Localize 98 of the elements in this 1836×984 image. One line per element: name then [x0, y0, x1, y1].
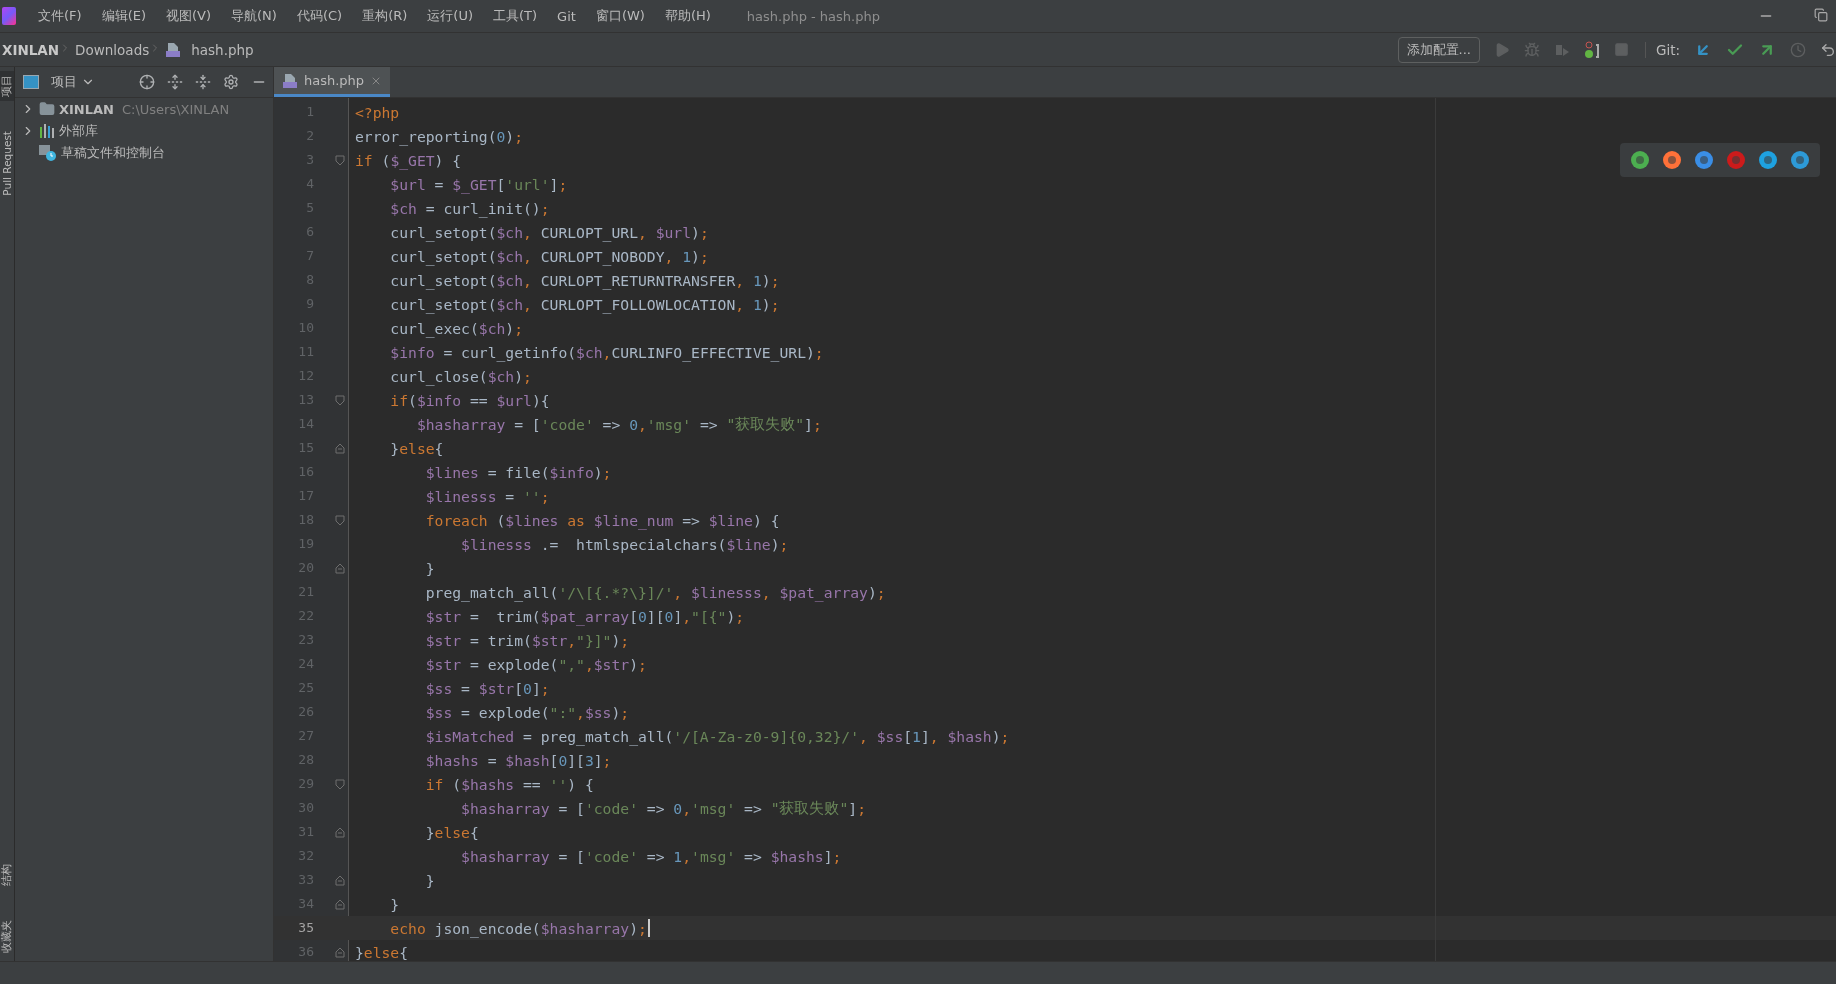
line-number: 35	[297, 919, 315, 937]
fold-marker-icon[interactable]	[334, 394, 345, 406]
browser-icon[interactable]	[1758, 150, 1778, 170]
git-label: Git:	[1644, 41, 1680, 58]
project-view-icon	[23, 75, 39, 89]
code-line: curl_setopt($ch, CURLOPT_RETURNTRANSFER, 1);	[389, 271, 780, 289]
code-line: <?php	[355, 103, 400, 121]
code-line: $info = curl_getinfo($ch,CURLINFO_EFFECTIVE_URL);	[389, 343, 824, 361]
expand-all-icon[interactable]	[167, 74, 183, 90]
code-line: preg_match_all('/\[{.*?\}]/', $linesss, $pat_array);	[424, 583, 886, 601]
menu-item[interactable]: 运行(U)	[419, 3, 481, 29]
tree-item[interactable]: XINLAN	[59, 101, 114, 117]
stop-icon[interactable]	[1613, 42, 1629, 57]
code-line: $hasharray = ['code' => 0,'msg' => "获取失败"];	[460, 798, 866, 818]
code-line: $isMatched = preg_match_all('/[A-Za-z0-9]{0,32}/', $ss[1], $hash);	[424, 727, 1010, 745]
code-line: if ($hashs == '') {	[424, 775, 594, 793]
code-line: $hasharray = ['code' => 1,'msg' => $hashs];	[460, 847, 842, 865]
browser-icon[interactable]	[1662, 150, 1682, 170]
fold-marker-icon[interactable]	[334, 442, 345, 454]
settings-icon[interactable]	[223, 74, 239, 90]
window-title: hash.php - hash.php	[746, 8, 880, 24]
menu-item[interactable]: 窗口(W)	[587, 3, 653, 29]
code-line: $url = $_GET['url'];	[389, 175, 568, 193]
code-line: echo json_encode($hasharray);	[389, 919, 647, 937]
php-file-icon	[282, 72, 298, 89]
code-line: $linesss .= htmlspecialchars($line);	[460, 535, 789, 553]
menu-item[interactable]: 编辑(E)	[93, 3, 154, 29]
code-line: $str = trim($pat_array[0][0],"[{");	[424, 607, 745, 625]
code-line: curl_close($ch);	[389, 367, 532, 385]
breadcrumb[interactable]: XINLAN	[2, 41, 60, 58]
code-line: $str = explode(",",$str);	[424, 655, 647, 673]
code-line: $ch = curl_init();	[389, 199, 550, 217]
menu-item[interactable]: 重构(R)	[354, 3, 416, 29]
menu-item[interactable]: Git	[549, 4, 584, 28]
code-line: foreach ($lines as $line_num => $line) {	[424, 511, 780, 529]
code-line: $ss = explode(":",$ss);	[424, 703, 630, 721]
text-caret	[647, 919, 650, 937]
breadcrumb[interactable]: hash.php	[191, 41, 254, 58]
php-file-icon	[165, 41, 182, 58]
code-line: $hasharray = ['code' => 0,'msg' => "获取失败"];	[415, 414, 822, 434]
tree-item[interactable]: 草稿文件和控制台	[61, 144, 165, 162]
fold-marker-icon[interactable]	[334, 154, 345, 166]
folder-icon	[39, 101, 55, 117]
code-line: }else{	[389, 439, 444, 457]
app-logo-icon	[2, 7, 16, 25]
menu-item[interactable]: 工具(T)	[485, 3, 546, 29]
tree-item[interactable]: 外部库	[59, 122, 98, 140]
browser-icon[interactable]	[1726, 150, 1746, 170]
code-line: }	[424, 871, 435, 889]
code-line: $ss = $str[0];	[424, 679, 550, 697]
fold-marker-icon[interactable]	[334, 778, 345, 790]
attach-debugger-icon[interactable]	[1583, 40, 1600, 59]
collapse-all-icon[interactable]	[195, 74, 211, 90]
debug-icon[interactable]	[1523, 41, 1540, 58]
code-line: if($info == $url){	[389, 391, 550, 409]
code-line: }else{	[424, 823, 479, 841]
fold-marker-icon[interactable]	[334, 898, 345, 910]
menu-item[interactable]: 视图(V)	[158, 3, 220, 29]
code-line: curl_exec($ch);	[389, 319, 523, 337]
menu-item[interactable]: 导航(N)	[223, 3, 285, 29]
code-line: }	[424, 559, 435, 577]
history-icon[interactable]	[1790, 41, 1806, 58]
restore-icon[interactable]	[1814, 8, 1828, 22]
menu-item[interactable]: 代码(C)	[288, 3, 351, 29]
menu-item[interactable]: 帮助(H)	[656, 3, 719, 29]
fold-marker-icon[interactable]	[334, 874, 345, 886]
code-line: curl_setopt($ch, CURLOPT_NOBODY, 1);	[389, 247, 709, 265]
tool-window-tab[interactable]: 收藏夹	[0, 916, 14, 957]
browser-icon[interactable]	[1790, 150, 1810, 170]
fold-marker-icon[interactable]	[334, 826, 345, 838]
code-line: if ($_GET) {	[355, 151, 462, 169]
locate-icon[interactable]	[139, 74, 155, 90]
code-line: curl_setopt($ch, CURLOPT_FOLLOWLOCATION, 1);	[389, 295, 780, 313]
code-line: }else{	[355, 943, 409, 961]
code-line: $lines = file($info);	[424, 463, 612, 481]
tool-window-tab[interactable]: 项目	[0, 71, 14, 101]
browser-icon[interactable]	[1694, 150, 1714, 170]
code-line: $str = trim($str,"}]");	[424, 631, 630, 649]
fold-marker-icon[interactable]	[334, 562, 345, 574]
library-icon	[39, 124, 55, 138]
fold-marker-icon[interactable]	[334, 946, 345, 958]
folder-path: C:\Users\XINLAN	[121, 101, 230, 117]
tool-window-tab[interactable]: Pull Request	[0, 127, 14, 200]
editor-tab[interactable]: hash.php	[274, 67, 391, 97]
project-view-dropdown[interactable]: 项目	[51, 73, 95, 91]
code-line: $linesss = '';	[424, 487, 550, 505]
fold-marker-icon[interactable]	[334, 514, 345, 526]
tool-window-tab[interactable]: 结构	[0, 860, 14, 890]
scratch-console-icon	[39, 145, 57, 161]
code-line: $hashs = $hash[0][3];	[424, 751, 612, 769]
code-line: }	[389, 895, 400, 913]
code-line: error_reporting(0);	[355, 127, 523, 145]
browser-icon[interactable]	[1630, 150, 1650, 170]
rollback-icon[interactable]	[1820, 41, 1836, 58]
add-configuration-button[interactable]: 添加配置...	[1397, 36, 1480, 63]
breadcrumb[interactable]: Downloads	[75, 41, 150, 58]
code-line: curl_setopt($ch, CURLOPT_URL, $url);	[389, 223, 709, 241]
menu-item[interactable]: 文件(F)	[30, 3, 90, 29]
